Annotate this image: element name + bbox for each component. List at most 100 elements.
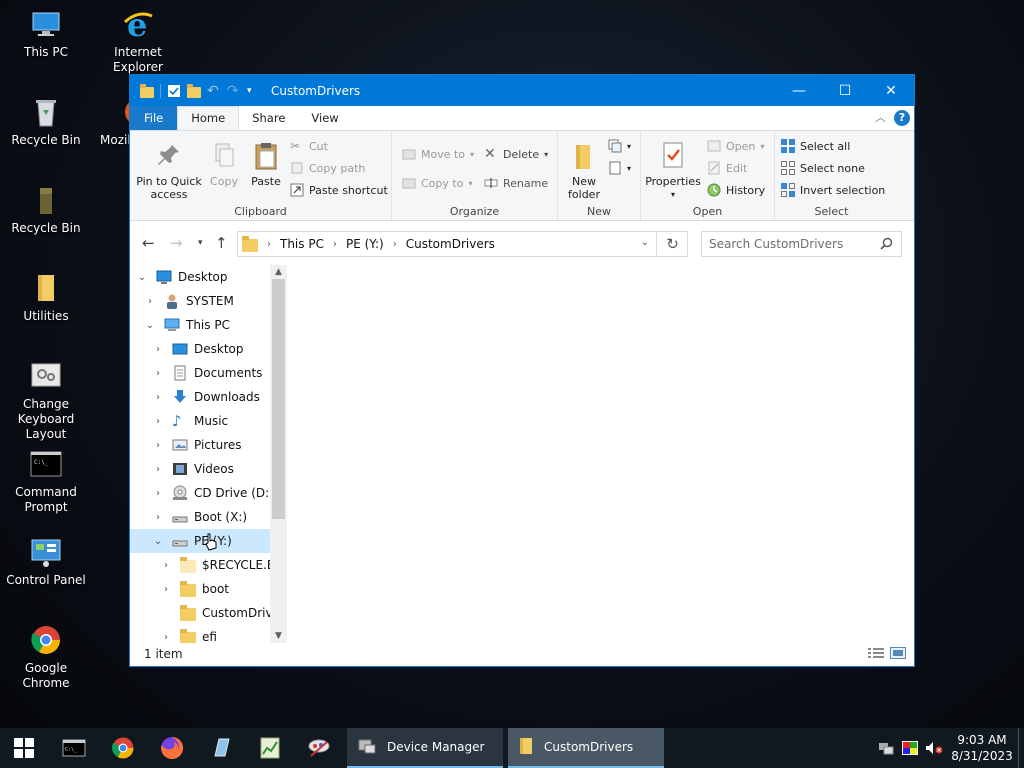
chevron-down-icon[interactable]: ⌄ — [144, 320, 156, 331]
show-desktop-button[interactable] — [1018, 728, 1024, 768]
undo-icon[interactable]: ↶ — [207, 84, 221, 98]
taskbar-command-prompt[interactable]: C:\_ — [50, 728, 98, 768]
title-bar[interactable]: ↶ ↷ ▾ CustomDrivers — ☐ ✕ — [130, 75, 914, 106]
recent-locations-chevron-icon[interactable]: ▾ — [198, 238, 203, 248]
maximize-button[interactable]: ☐ — [822, 75, 868, 106]
search-input[interactable]: Search CustomDrivers — [701, 231, 902, 257]
properties-icon[interactable] — [167, 84, 181, 98]
tree-item-this-pc[interactable]: ⌄ This PC — [130, 313, 287, 337]
paste-button[interactable]: Paste — [246, 141, 286, 188]
tree-item-efi-folder[interactable]: › efi — [130, 625, 287, 643]
network-icon[interactable] — [874, 741, 898, 755]
desktop-icon-change-keyboard-layout[interactable]: Change Keyboard Layout — [0, 360, 92, 442]
close-button[interactable]: ✕ — [868, 75, 914, 106]
taskbar-task-customdrivers[interactable]: CustomDrivers — [508, 728, 664, 768]
redo-icon[interactable]: ↷ — [227, 84, 241, 98]
tree-item-system[interactable]: › SYSTEM — [130, 289, 287, 313]
taskbar-app-drive[interactable] — [197, 728, 245, 768]
taskbar-app-chart[interactable] — [246, 728, 294, 768]
address-bar[interactable]: › This PC › PE (Y:) › CustomDrivers ⌄ — [237, 231, 688, 257]
tree-item-music[interactable]: › ♪ Music — [130, 409, 287, 433]
easy-access-button[interactable]: ▾ — [608, 159, 631, 177]
large-icons-view-icon[interactable] — [890, 647, 906, 662]
refresh-icon[interactable]: ↻ — [656, 231, 688, 257]
desktop-icon-recycle-bin[interactable]: Recycle Bin — [0, 96, 92, 148]
customize-toolbar-chevron-icon[interactable]: ▾ — [247, 84, 261, 98]
breadcrumb-this-pc[interactable]: This PC — [280, 237, 324, 251]
breadcrumb-pe-drive[interactable]: PE (Y:) — [346, 237, 384, 251]
scroll-down-arrow-icon[interactable]: ▼ — [270, 631, 287, 641]
forward-arrow-icon[interactable]: → — [170, 234, 183, 252]
chevron-down-icon[interactable]: ⌄ — [152, 536, 164, 547]
desktop-icon-utilities[interactable]: Utilities — [0, 272, 92, 324]
copy-button[interactable]: Copy — [204, 141, 244, 188]
pin-to-quick-access-button[interactable]: Pin to Quick access — [136, 141, 202, 201]
tree-item-videos[interactable]: › Videos — [130, 457, 287, 481]
volume-muted-icon[interactable] — [922, 741, 946, 755]
tab-view[interactable]: View — [298, 106, 351, 130]
chevron-right-icon[interactable]: › — [152, 392, 164, 403]
file-list-area[interactable] — [288, 265, 914, 643]
desktop-icon-mozilla[interactable]: Mozil — [92, 96, 151, 148]
chevron-right-icon[interactable]: › — [144, 296, 156, 307]
invert-selection-button[interactable]: Invert selection — [781, 181, 885, 199]
collapse-ribbon-icon[interactable]: ︿ — [875, 109, 886, 125]
help-button[interactable]: ? — [894, 110, 910, 126]
taskbar-google-chrome[interactable] — [99, 728, 147, 768]
tree-item-pe-drive[interactable]: ⌄ PE (Y:) — [130, 529, 287, 553]
move-to-button[interactable]: Move to ▾ — [402, 145, 474, 163]
cut-button[interactable]: ✂ Cut — [290, 137, 328, 155]
address-dropdown-chevron-icon[interactable]: ⌄ — [641, 237, 649, 248]
new-folder-icon[interactable] — [187, 83, 201, 98]
tree-item-boot-folder[interactable]: › boot — [130, 577, 287, 601]
chevron-right-icon[interactable]: › — [152, 440, 164, 451]
clock[interactable]: 9:03 AM 8/31/2023 — [946, 732, 1018, 764]
minimize-button[interactable]: — — [776, 75, 822, 106]
taskbar-firefox[interactable] — [148, 728, 196, 768]
tree-item-pictures[interactable]: › Pictures — [130, 433, 287, 457]
tree-item-recycle-bin-folder[interactable]: › $RECYCLE.BIN — [130, 553, 287, 577]
select-all-button[interactable]: Select all — [781, 137, 850, 155]
details-view-icon[interactable] — [868, 647, 884, 662]
scroll-up-arrow-icon[interactable]: ▲ — [270, 267, 287, 277]
scrollbar-thumb[interactable] — [272, 279, 285, 519]
tree-item-desktop-root[interactable]: ⌄ Desktop — [130, 265, 287, 289]
tree-item-downloads[interactable]: › Downloads — [130, 385, 287, 409]
chevron-right-icon[interactable]: › — [152, 416, 164, 427]
tab-home[interactable]: Home — [177, 106, 240, 130]
chevron-right-icon[interactable]: › — [152, 464, 164, 475]
paste-shortcut-button[interactable]: Paste shortcut — [290, 181, 388, 199]
chevron-right-icon[interactable]: › — [152, 344, 164, 355]
start-button[interactable] — [0, 728, 48, 768]
back-arrow-icon[interactable]: ← — [142, 234, 155, 252]
navigation-pane-scrollbar[interactable]: ▲ ▼ — [270, 265, 287, 643]
tree-item-customdrivers[interactable]: CustomDrivers — [130, 601, 287, 625]
tab-share[interactable]: Share — [239, 106, 298, 130]
tree-item-boot-drive[interactable]: › Boot (X:) — [130, 505, 287, 529]
new-item-button[interactable]: ▾ — [608, 137, 631, 155]
chevron-right-icon[interactable]: › — [152, 368, 164, 379]
delete-button[interactable]: ✕ Delete ▾ — [484, 145, 548, 163]
tree-item-desktop[interactable]: › Desktop — [130, 337, 287, 361]
desktop-icon-this-pc[interactable]: This PC — [0, 8, 92, 60]
up-arrow-icon[interactable]: ↑ — [215, 234, 228, 252]
new-folder-button[interactable]: New folder — [562, 141, 606, 201]
display-color-icon[interactable] — [898, 741, 922, 755]
properties-button[interactable]: Properties ▾ — [645, 141, 701, 201]
chevron-down-icon[interactable]: ⌄ — [136, 272, 148, 283]
select-none-button[interactable]: Select none — [781, 159, 865, 177]
chevron-right-icon[interactable]: › — [160, 560, 172, 571]
desktop-icon-command-prompt[interactable]: C:\_ Command Prompt — [0, 448, 92, 515]
taskbar-task-device-manager[interactable]: Device Manager — [347, 728, 503, 768]
history-button[interactable]: History — [707, 181, 765, 199]
copy-to-button[interactable]: Copy to ▾ — [402, 174, 472, 192]
breadcrumb-customdrivers[interactable]: CustomDrivers — [406, 237, 495, 251]
copy-path-button[interactable]: Copy path — [290, 159, 365, 177]
tree-item-documents[interactable]: › Documents — [130, 361, 287, 385]
rename-button[interactable]: Rename — [484, 174, 548, 192]
edit-button[interactable]: Edit — [707, 159, 747, 177]
desktop-icon-google-chrome[interactable]: Google Chrome — [0, 624, 92, 691]
open-button[interactable]: Open ▾ — [707, 137, 764, 155]
tree-item-cd-drive[interactable]: › CD Drive (D:) v — [130, 481, 287, 505]
chevron-right-icon[interactable]: › — [160, 632, 172, 643]
